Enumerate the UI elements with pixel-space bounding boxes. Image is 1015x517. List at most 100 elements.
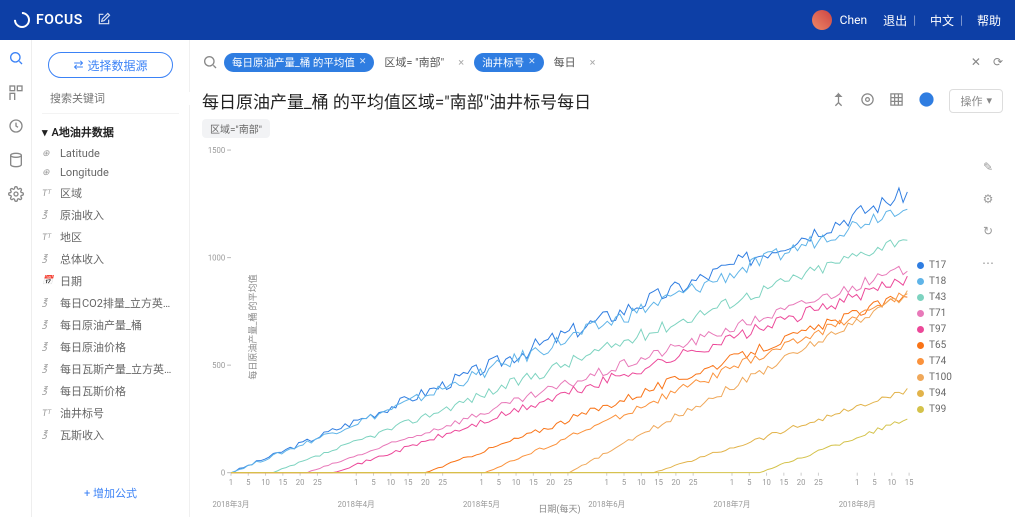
logout-link[interactable]: 退出 [883,12,907,29]
svg-text:2018年4月: 2018年4月 [338,499,375,509]
y-axis-label: 每日原油产量_桶 的平均值 [246,274,259,379]
chart-more-icon[interactable]: ⋯ [982,256,994,270]
legend-dot-icon [917,390,924,397]
svg-text:10: 10 [512,478,521,487]
field-type-icon: 📅 [42,276,54,286]
field-type-icon: ⊕ [42,149,54,159]
edit-chart-icon[interactable]: ✎ [983,160,993,174]
refresh-query-icon[interactable]: ⟳ [993,55,1003,69]
svg-text:15: 15 [529,478,538,487]
field-item[interactable]: ℥原油收入 [42,206,179,224]
legend-item[interactable]: T18 [917,276,973,287]
query-chip[interactable]: 每日原油产量_桶 的平均值✕ [224,53,374,72]
help-link[interactable]: 帮助 [977,12,1001,29]
table-view-icon[interactable] [889,92,904,110]
field-type-icon: Tᵀ [42,408,54,418]
svg-text:10: 10 [637,478,646,487]
avatar[interactable] [812,10,832,30]
legend-item[interactable]: T71 [917,308,973,319]
legend-item[interactable]: T94 [917,388,973,399]
field-item[interactable]: Tᵀ区域 [42,184,179,202]
chart-refresh-icon[interactable]: ↻ [983,224,993,238]
legend-item[interactable]: T100 [917,372,973,383]
svg-text:0: 0 [221,469,225,478]
legend-item[interactable]: T97 [917,324,973,335]
svg-text:25: 25 [814,478,823,487]
query-chip[interactable]: 油井标号✕ [474,53,544,72]
svg-text:1: 1 [730,478,734,487]
field-item[interactable]: ⊕Longitude [42,165,179,180]
logo[interactable]: FOCUS [14,12,83,28]
field-type-icon: ⊕ [42,168,54,178]
chart-title: 每日原油产量_桶 的平均值区域="南部"油井标号每日 [202,88,591,113]
legend-item[interactable]: T99 [917,404,973,415]
field-label: 每日瓦斯价格 [60,383,126,399]
chip-close-icon[interactable]: ✕ [528,57,536,67]
legend-item[interactable]: T65 [917,340,973,351]
chart-canvas[interactable]: 每日原油产量_桶 的平均值 0500100015002018年3月1510152… [202,140,917,513]
svg-text:15: 15 [654,478,663,487]
edit-icon[interactable] [97,12,111,29]
field-label: 总体收入 [60,251,104,267]
legend-item[interactable]: T43 [917,292,973,303]
field-item[interactable]: Tᵀ地区 [42,228,179,246]
field-item[interactable]: Tᵀ油井标号 [42,404,179,422]
svg-text:25: 25 [564,478,573,487]
svg-text:5: 5 [747,478,752,487]
query-text-close[interactable]: × [586,56,600,69]
config-icon[interactable] [860,92,875,110]
svg-text:10: 10 [386,478,395,487]
field-item[interactable]: ⊕ Latitude [42,146,179,161]
field-item[interactable]: ℥每日CO2排量_立方英… [42,294,179,312]
field-item[interactable]: ℥每日原油价格 [42,338,179,356]
pin-icon[interactable] [831,92,846,110]
field-item[interactable]: ℥每日瓦斯产量_立方英… [42,360,179,378]
field-list: ⊕Latitude⊕LongitudeTᵀ区域℥原油收入Tᵀ地区℥总体收入📅日期… [42,146,179,444]
chart-view-icon[interactable] [918,91,935,111]
chip-close-icon[interactable]: ✕ [359,57,367,67]
svg-text:1: 1 [229,478,233,487]
chart-settings-icon[interactable]: ⚙ [983,192,994,206]
legend-item[interactable]: T74 [917,356,973,367]
svg-text:2018年6月: 2018年6月 [588,499,625,509]
lang-link[interactable]: 中文 [930,12,954,29]
query-text-close[interactable]: × [454,56,468,69]
user-name[interactable]: Chen [840,13,867,27]
add-formula-button[interactable]: + 增加公式 [42,477,179,509]
query-search-icon[interactable] [202,54,218,70]
field-item[interactable]: ℥每日原油产量_桶 [42,316,179,334]
filter-chip[interactable]: 区域="南部" [202,119,270,138]
settings-nav-icon[interactable] [8,186,24,202]
field-search-input[interactable] [50,92,190,105]
search-nav-icon[interactable] [8,50,24,66]
action-dropdown[interactable]: 操作▾ [949,89,1003,113]
field-label: Latitude [60,147,100,160]
select-ds-label: 选择数据源 [88,57,148,74]
datasource-name[interactable]: ▾A地油井数据 [42,124,179,140]
main-area: 每日原油产量_桶 的平均值✕区域= "南部"×油井标号✕每日× ✕ ⟳ 每日原油… [190,40,1015,517]
field-type-icon: ℥ [42,364,54,374]
field-type-icon: ℥ [42,254,54,264]
field-item[interactable]: ℥瓦斯收入 [42,426,179,444]
select-datasource-button[interactable]: ⇄选择数据源 [48,52,173,78]
topbar: FOCUS Chen 退出 | 中文 | 帮助 [0,0,1015,40]
query-bar: 每日原油产量_桶 的平均值✕区域= "南部"×油井标号✕每日× ✕ ⟳ [202,48,1003,76]
field-item[interactable]: ℥每日瓦斯价格 [42,382,179,400]
query-text: 每日 [550,54,580,70]
chart-header: 每日原油产量_桶 的平均值区域="南部"油井标号每日 操作▾ [202,88,1003,113]
legend-dot-icon [917,342,924,349]
clear-query-icon[interactable]: ✕ [971,55,981,69]
field-item[interactable]: 📅日期 [42,272,179,290]
field-label: 瓦斯收入 [60,427,104,443]
svg-text:1: 1 [479,478,483,487]
svg-text:10: 10 [887,478,896,487]
svg-text:25: 25 [313,478,322,487]
field-label: 地区 [60,229,82,245]
data-nav-icon[interactable] [8,152,24,168]
history-nav-icon[interactable] [8,118,24,134]
legend-item[interactable]: T17 [917,260,973,271]
field-item[interactable]: ℥ 总体收入 [42,250,179,268]
field-search[interactable] [42,88,179,114]
field-panel: ⇄选择数据源 ▾A地油井数据 ⊕ Latitude ⊕Longitude Tᵀ区域 ℥原… [32,40,190,517]
dashboard-nav-icon[interactable] [8,84,24,100]
